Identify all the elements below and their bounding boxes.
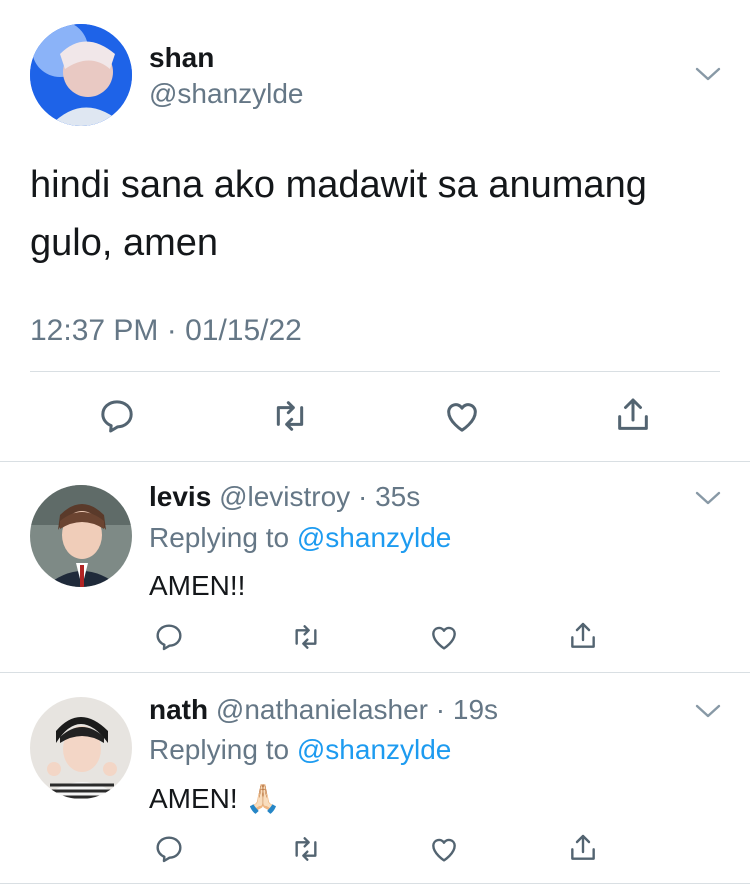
like-icon[interactable] bbox=[427, 832, 461, 866]
reply-icon[interactable] bbox=[152, 620, 186, 654]
divider bbox=[0, 672, 750, 673]
share-icon[interactable] bbox=[612, 394, 654, 436]
divider bbox=[0, 883, 750, 884]
replying-to-link[interactable]: @shanzylde bbox=[297, 734, 452, 765]
retweet-icon[interactable] bbox=[288, 832, 324, 866]
avatar[interactable] bbox=[30, 697, 132, 799]
chevron-down-icon[interactable] bbox=[695, 66, 721, 82]
tweet-text-line-1: hindi sana ako madawit sa anumang bbox=[30, 164, 647, 206]
like-icon[interactable] bbox=[441, 396, 483, 436]
reply-icon[interactable] bbox=[96, 396, 138, 436]
reply-author-handle[interactable]: @nathanielasher bbox=[216, 694, 428, 725]
share-icon[interactable] bbox=[566, 830, 600, 866]
replying-to-label: Replying to bbox=[149, 734, 290, 765]
reply-author-name[interactable]: nath bbox=[149, 694, 208, 725]
share-icon[interactable] bbox=[566, 618, 600, 654]
reply-author-handle[interactable]: @levistroy bbox=[219, 481, 350, 512]
divider bbox=[30, 371, 720, 372]
replying-to-link[interactable]: @shanzylde bbox=[297, 522, 452, 553]
retweet-icon[interactable] bbox=[288, 620, 324, 654]
replying-to-label: Replying to bbox=[149, 522, 290, 553]
tweet-timestamp: 12:37 PM · 01/15/22 bbox=[30, 314, 302, 347]
folded-hands-emoji: 🙏🏻 bbox=[245, 783, 281, 814]
reply-time: · 19s bbox=[435, 694, 499, 725]
avatar[interactable] bbox=[30, 24, 132, 126]
chevron-down-icon[interactable] bbox=[695, 703, 721, 719]
avatar[interactable] bbox=[30, 485, 132, 587]
divider bbox=[0, 461, 750, 462]
reply-icon[interactable] bbox=[152, 832, 186, 866]
reply-time: · 35s bbox=[357, 481, 421, 512]
chevron-down-icon[interactable] bbox=[695, 490, 721, 506]
like-icon[interactable] bbox=[427, 620, 461, 654]
reply-author-name[interactable]: levis bbox=[149, 481, 211, 512]
retweet-icon[interactable] bbox=[268, 396, 312, 436]
tweet-text-line-2: gulo, amen bbox=[30, 222, 219, 264]
reply-text: AMEN! bbox=[149, 783, 238, 814]
author-handle[interactable]: @shanzylde bbox=[149, 78, 304, 110]
reply-text: AMEN!! bbox=[149, 570, 246, 601]
author-name[interactable]: shan bbox=[149, 42, 214, 74]
